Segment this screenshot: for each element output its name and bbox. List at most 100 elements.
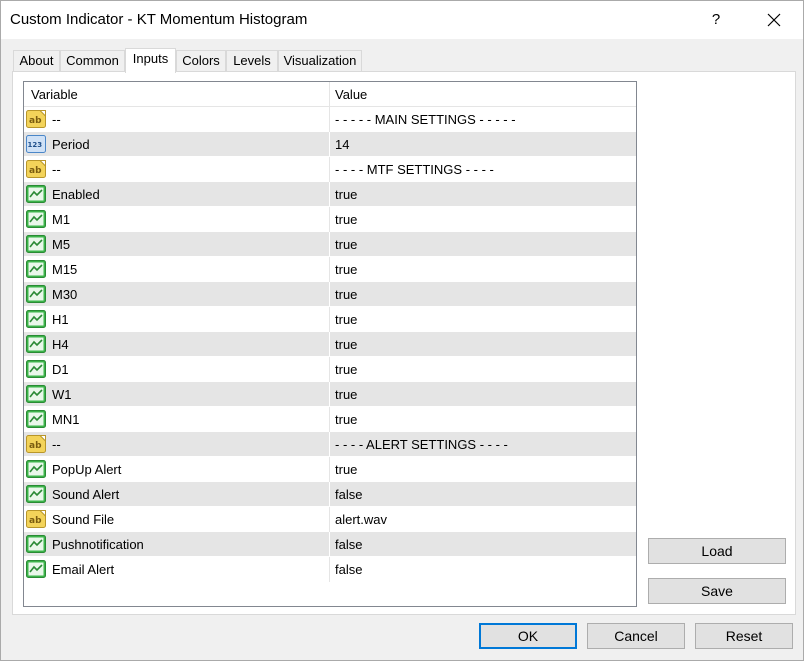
close-button[interactable] <box>751 1 797 39</box>
variable-value[interactable]: - - - - - MAIN SETTINGS - - - - - <box>335 112 516 127</box>
variable-name: H4 <box>52 337 69 352</box>
bool-icon <box>26 310 46 328</box>
variable-name: D1 <box>52 362 69 377</box>
column-divider <box>329 207 330 232</box>
table-row[interactable]: PopUp Alert true <box>24 457 636 482</box>
column-header-variable[interactable]: Variable <box>31 87 78 102</box>
variable-value[interactable]: true <box>335 312 357 327</box>
svg-text:ab: ab <box>29 441 42 451</box>
variable-name: M5 <box>52 237 71 252</box>
column-divider <box>329 332 330 357</box>
variable-name: Enabled <box>52 187 100 202</box>
variable-name: PopUp Alert <box>52 462 122 477</box>
table-row[interactable]: ab -- - - - - - MAIN SETTINGS - - - - - <box>24 107 636 132</box>
table-row[interactable]: ab Sound File alert.wav <box>24 507 636 532</box>
table-row[interactable]: 123 Period 14 <box>24 132 636 157</box>
variable-value[interactable]: true <box>335 387 357 402</box>
help-button[interactable]: ? <box>693 1 739 39</box>
variable-value[interactable]: - - - - ALERT SETTINGS - - - - <box>335 437 508 452</box>
tab-visualization[interactable]: Visualization <box>278 50 362 72</box>
column-divider <box>329 82 330 107</box>
table-row[interactable]: Pushnotification false <box>24 532 636 557</box>
svg-text:ab: ab <box>29 166 42 176</box>
tab-about[interactable]: About <box>13 50 60 72</box>
bool-icon <box>26 485 46 503</box>
variable-value[interactable]: false <box>335 487 362 502</box>
column-divider <box>329 407 330 432</box>
variable-value[interactable]: - - - - MTF SETTINGS - - - - <box>335 162 494 177</box>
variable-value[interactable]: true <box>335 212 357 227</box>
column-divider <box>329 532 330 557</box>
variable-value[interactable]: true <box>335 362 357 377</box>
table-row[interactable]: D1 true <box>24 357 636 382</box>
variable-name: M1 <box>52 212 71 227</box>
svg-text:123: 123 <box>28 141 43 149</box>
table-row[interactable]: M15 true <box>24 257 636 282</box>
variable-value[interactable]: true <box>335 187 357 202</box>
window-title: Custom Indicator - KT Momentum Histogram <box>10 11 308 28</box>
variable-name: -- <box>52 437 61 452</box>
bool-icon <box>26 235 46 253</box>
table-row[interactable]: Sound Alert false <box>24 482 636 507</box>
table-row[interactable]: Email Alert false <box>24 557 636 582</box>
inputs-grid: Variable Value ab -- - - - - - MAIN SETTIN… <box>23 81 637 607</box>
bool-icon <box>26 410 46 428</box>
table-row[interactable]: MN1 true <box>24 407 636 432</box>
load-button[interactable]: Load <box>648 538 786 564</box>
variable-name: Email Alert <box>52 562 115 577</box>
variable-value[interactable]: true <box>335 462 357 477</box>
dialog-window: Custom Indicator - KT Momentum Histogram… <box>0 0 804 661</box>
table-row[interactable]: Enabled true <box>24 182 636 207</box>
table-row[interactable]: M5 true <box>24 232 636 257</box>
cancel-button[interactable]: Cancel <box>587 623 685 649</box>
variable-value[interactable]: false <box>335 537 362 552</box>
table-row[interactable]: ab -- - - - - MTF SETTINGS - - - - <box>24 157 636 182</box>
variable-value[interactable]: true <box>335 237 357 252</box>
ok-button[interactable]: OK <box>479 623 577 649</box>
string-ab-icon: ab <box>26 435 46 453</box>
table-row[interactable]: H4 true <box>24 332 636 357</box>
tab-inputs[interactable]: Inputs <box>125 48 176 73</box>
bool-icon <box>26 260 46 278</box>
reset-button[interactable]: Reset <box>695 623 793 649</box>
column-divider <box>329 557 330 582</box>
string-ab-icon: ab <box>26 510 46 528</box>
variable-value[interactable]: true <box>335 287 357 302</box>
tab-levels[interactable]: Levels <box>226 50 278 72</box>
tab-colors[interactable]: Colors <box>176 50 226 72</box>
column-header-value[interactable]: Value <box>335 87 367 102</box>
save-button[interactable]: Save <box>648 578 786 604</box>
column-divider <box>329 507 330 532</box>
table-row[interactable]: H1 true <box>24 307 636 332</box>
close-icon <box>767 13 781 27</box>
table-row[interactable]: ab -- - - - - ALERT SETTINGS - - - - <box>24 432 636 457</box>
column-divider <box>329 457 330 482</box>
column-divider <box>329 232 330 257</box>
tab-common[interactable]: Common <box>60 50 125 72</box>
variable-name: MN1 <box>52 412 80 427</box>
table-row[interactable]: W1 true <box>24 382 636 407</box>
variable-name: Sound Alert <box>52 487 120 502</box>
variable-name: M30 <box>52 287 78 302</box>
column-divider <box>329 482 330 507</box>
table-row[interactable]: M1 true <box>24 207 636 232</box>
variable-value[interactable]: true <box>335 412 357 427</box>
column-divider <box>329 107 330 132</box>
column-divider <box>329 132 330 157</box>
column-divider <box>329 307 330 332</box>
svg-text:ab: ab <box>29 516 42 526</box>
string-ab-icon: ab <box>26 110 46 128</box>
variable-value[interactable]: false <box>335 562 362 577</box>
bool-icon <box>26 560 46 578</box>
variable-value[interactable]: 14 <box>335 137 349 152</box>
table-row[interactable]: M30 true <box>24 282 636 307</box>
variable-value[interactable]: true <box>335 337 357 352</box>
column-divider <box>329 182 330 207</box>
variable-name: Sound File <box>52 512 115 527</box>
variable-name: Period <box>52 137 90 152</box>
bool-icon <box>26 210 46 228</box>
bool-icon <box>26 460 46 478</box>
bool-icon <box>26 285 46 303</box>
variable-value[interactable]: true <box>335 262 357 277</box>
variable-value[interactable]: alert.wav <box>335 512 387 527</box>
